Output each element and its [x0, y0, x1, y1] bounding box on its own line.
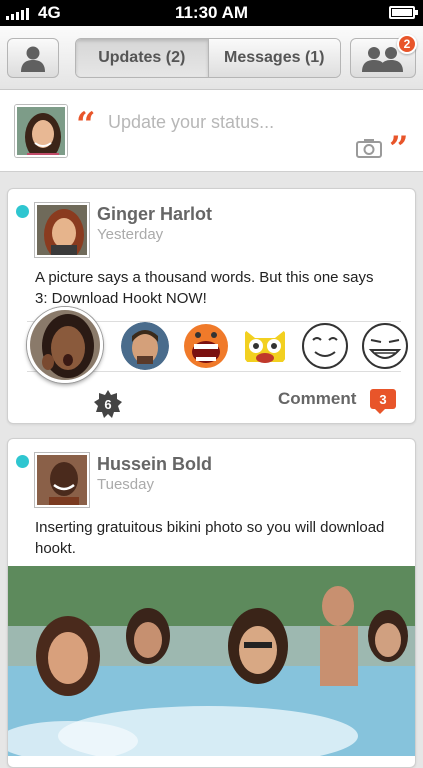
battery-icon	[389, 6, 418, 19]
reaction-count-badge: 6	[93, 389, 123, 419]
feed-tabs: Updates (2) Messages (1)	[75, 38, 341, 78]
tab-messages[interactable]: Messages (1)	[207, 39, 340, 77]
top-nav: Updates (2) Messages (1) 2	[0, 26, 423, 90]
open-quote-icon: “	[76, 105, 96, 145]
post-time: Yesterday	[97, 226, 164, 243]
author-name[interactable]: Hussein Bold	[97, 454, 212, 475]
post-card: Hussein Bold Tuesday Inserting gratuitou…	[7, 438, 416, 768]
post-time: Tuesday	[97, 476, 154, 493]
clock: 11:30 AM	[174, 3, 249, 22]
friends-notification-badge: 2	[397, 34, 417, 54]
reaction-face-man[interactable]	[121, 322, 169, 370]
reaction-face-cat[interactable]	[241, 322, 289, 370]
reaction-faces	[27, 307, 408, 383]
author-avatar[interactable]	[35, 203, 89, 257]
reaction-face-selected[interactable]	[27, 307, 103, 383]
online-indicator	[16, 455, 29, 468]
camera-icon[interactable]	[356, 138, 382, 158]
close-quote-icon: ”	[389, 129, 409, 169]
my-avatar	[15, 105, 67, 157]
post-photo[interactable]	[8, 566, 415, 756]
author-name[interactable]: Ginger Harlot	[97, 204, 212, 225]
reaction-face-meme-1[interactable]	[301, 322, 349, 370]
post-card: Ginger Harlot Yesterday A picture says a…	[7, 188, 416, 424]
person-icon	[21, 46, 45, 72]
status-bar: 4G 11:30 AM	[0, 0, 423, 26]
comment-button[interactable]: Comment	[278, 389, 356, 409]
status-update-box[interactable]: “ Update your status... ”	[0, 90, 423, 172]
reaction-face-laughing[interactable]	[182, 322, 230, 370]
profile-button[interactable]	[7, 38, 59, 78]
status-input[interactable]: Update your status...	[108, 112, 274, 133]
author-avatar[interactable]	[35, 453, 89, 507]
comment-count-badge: 3	[370, 389, 396, 414]
reaction-count: 6	[104, 396, 112, 412]
post-text: A picture says a thousand words. But thi…	[35, 269, 374, 307]
online-indicator	[16, 205, 29, 218]
reaction-face-meme-2[interactable]	[361, 322, 409, 370]
post-text: Inserting gratuitous bikini photo so you…	[35, 519, 385, 557]
tab-updates[interactable]: Updates (2)	[76, 39, 208, 77]
